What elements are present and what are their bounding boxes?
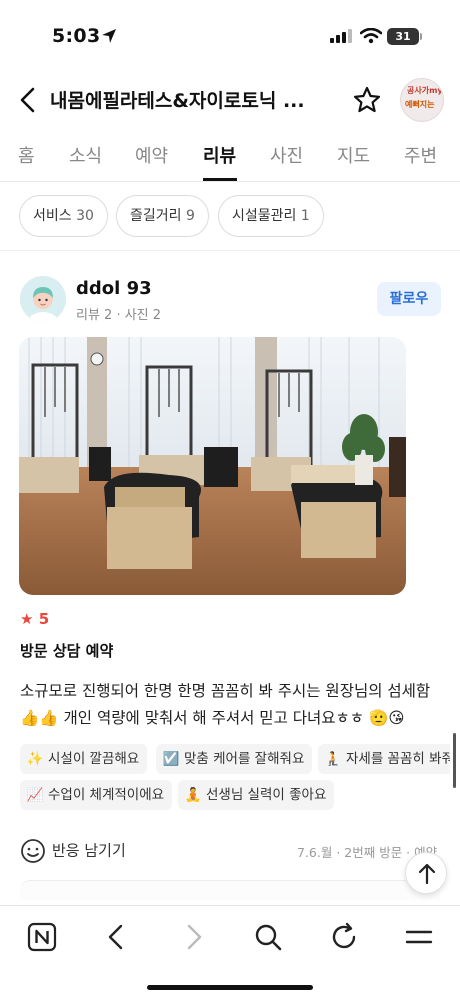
tag-label: 맞춤 케어를 잘해줘요 bbox=[184, 751, 305, 767]
chip-label: 서비스 bbox=[33, 208, 72, 224]
thumbnail-text: 공사가my bbox=[407, 86, 443, 95]
scrollbar[interactable] bbox=[453, 733, 456, 788]
review-text[interactable]: 소규모로 진행되어 한명 한명 꼼꼼히 봐 주시는 원장님의 섬세함 👍👍 개인… bbox=[20, 678, 440, 732]
tag-label: 선생님 실력이 좋아요 bbox=[206, 787, 327, 803]
location-arrow-icon bbox=[102, 29, 116, 43]
chip-count: 1 bbox=[300, 208, 310, 224]
tab-nearby[interactable]: 주변 bbox=[404, 142, 437, 168]
battery-indicator: 31 bbox=[387, 28, 419, 45]
smile-icon bbox=[21, 839, 45, 863]
keyword-tag: ✨ 시설이 깔끔해요 bbox=[20, 744, 148, 774]
cellular-signal-icon bbox=[330, 29, 352, 43]
forward-arrow-icon[interactable] bbox=[176, 920, 210, 954]
tab-booking[interactable]: 예약 bbox=[135, 142, 168, 168]
status-bar: 5:03 31 bbox=[0, 0, 460, 72]
filter-chip-service[interactable]: 서비스 30 bbox=[19, 195, 108, 237]
keyword-tag: ☑️ 맞춤 케어를 잘해줘요 bbox=[156, 744, 313, 774]
reaction-label: 반응 남기기 bbox=[52, 841, 126, 860]
place-thumbnail[interactable]: 공사가my 예뻐지는 bbox=[400, 78, 444, 122]
menu-icon[interactable] bbox=[402, 920, 436, 954]
wifi-icon bbox=[360, 28, 382, 44]
place-header: 내몸에필라테스&자이로토닉 ... 공사가my 예뻐지는 bbox=[0, 76, 460, 124]
tab-bar: 홈 소식 예약 리뷰 사진 지도 주변 bbox=[0, 128, 460, 182]
checkbox-icon: ☑️ bbox=[162, 751, 180, 767]
thumbs-up-emoji: 👍👍 bbox=[20, 709, 59, 727]
battery-tip bbox=[420, 33, 422, 40]
active-tab-indicator bbox=[203, 178, 237, 181]
chevron-left-icon[interactable] bbox=[14, 84, 42, 116]
visit-type: 방문 상담 예약 bbox=[20, 642, 114, 660]
back-arrow-icon[interactable] bbox=[100, 920, 134, 954]
filter-chip-facility[interactable]: 시설물관리 1 bbox=[218, 195, 324, 237]
review-text-line: 소규모로 진행되어 한명 한명 꼼꼼히 봐 주시는 원장님의 섬세함 bbox=[20, 682, 431, 700]
keyword-tag: 📈 수업이 체계적이에요 bbox=[20, 780, 173, 810]
status-time: 5:03 bbox=[52, 25, 101, 47]
next-review-card bbox=[20, 880, 440, 900]
tab-map[interactable]: 지도 bbox=[337, 142, 370, 168]
chip-count: 30 bbox=[76, 208, 94, 224]
reviewer-stats: 리뷰 2 · 사진 2 bbox=[76, 308, 162, 323]
rating-star-icon: ★ bbox=[20, 610, 34, 628]
section-divider bbox=[0, 250, 460, 251]
tab-news[interactable]: 소식 bbox=[69, 142, 102, 168]
avatar-illustration bbox=[20, 276, 66, 322]
rating: ★ 5 bbox=[20, 610, 49, 628]
tag-label: 시설이 깔끔해요 bbox=[48, 751, 140, 767]
follow-button[interactable]: 팔로우 bbox=[377, 282, 441, 316]
tab-home[interactable]: 홈 bbox=[18, 142, 35, 168]
chip-count: 9 bbox=[185, 208, 195, 224]
tab-photos[interactable]: 사진 bbox=[270, 142, 303, 168]
naver-home-icon[interactable] bbox=[25, 920, 59, 954]
search-icon[interactable] bbox=[251, 920, 285, 954]
arrow-up-icon bbox=[418, 863, 436, 885]
tag-label: 수업이 체계적이에요 bbox=[48, 787, 165, 803]
keyword-tag: 🧎자세를 꼼꼼히 봐줘요 bbox=[318, 744, 450, 774]
chip-label: 즐길거리 bbox=[130, 208, 182, 224]
home-indicator bbox=[147, 985, 313, 990]
rating-value: 5 bbox=[38, 610, 50, 628]
thumbnail-text: 예뻐지는 bbox=[405, 100, 435, 109]
star-outline-icon[interactable] bbox=[352, 85, 382, 115]
tab-review[interactable]: 리뷰 bbox=[203, 142, 236, 168]
leave-reaction-button[interactable]: 반응 남기기 bbox=[20, 838, 126, 864]
page-title: 내몸에필라테스&자이로토닉 ... bbox=[50, 90, 305, 112]
review-text-fragment: 개인 역량에 맞춰서 해 주셔서 믿고 다녀요ㅎㅎ bbox=[63, 709, 365, 727]
chart-increasing-icon: 📈 bbox=[26, 787, 44, 803]
meditation-icon: 🧘 bbox=[184, 787, 202, 803]
sparkles-icon: ✨ bbox=[26, 751, 44, 767]
review-text-line: 👍👍 개인 역량에 맞춰서 해 주셔서 믿고 다녀요ㅎㅎ 🫡😘 bbox=[20, 705, 440, 732]
kneeling-person-icon: 🧎 bbox=[324, 751, 342, 767]
scroll-to-top-button[interactable] bbox=[405, 852, 447, 894]
chip-label: 시설물관리 bbox=[232, 208, 297, 224]
studio-photo-illustration bbox=[19, 337, 406, 595]
review-filter-chips: 서비스 30 즐길거리 9 시설물관리 1 bbox=[0, 195, 460, 239]
refresh-icon[interactable] bbox=[327, 920, 361, 954]
salute-kiss-emoji: 🫡😘 bbox=[369, 709, 405, 727]
reviewer-name[interactable]: ddol 93 bbox=[76, 278, 152, 299]
filter-chip-activities[interactable]: 즐길거리 9 bbox=[116, 195, 209, 237]
reviewer-avatar[interactable] bbox=[20, 276, 66, 322]
review-photo[interactable] bbox=[19, 337, 406, 595]
keyword-tag: 🧘 선생님 실력이 좋아요 bbox=[178, 780, 335, 810]
tag-label: 자세를 꼼꼼히 봐줘요 bbox=[346, 751, 450, 767]
